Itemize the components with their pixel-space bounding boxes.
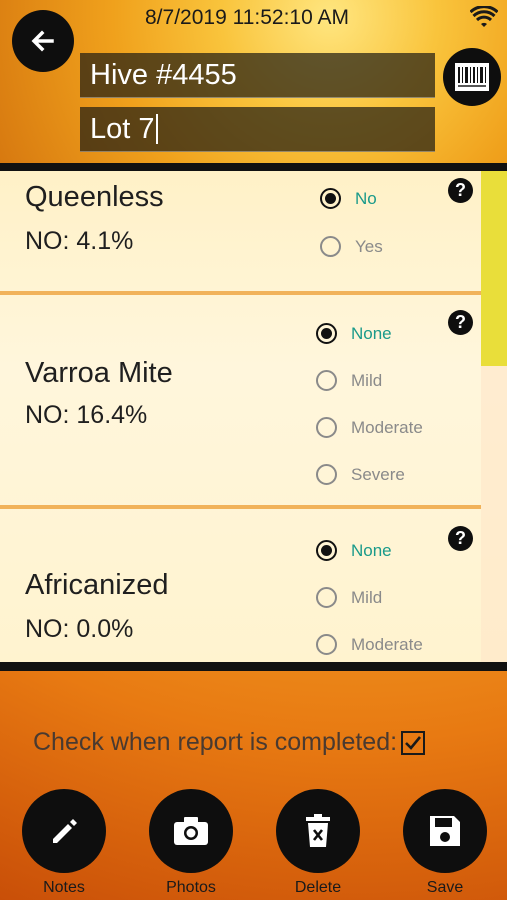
camera-icon [174, 817, 208, 845]
checkmark-icon [405, 735, 422, 750]
option-yes[interactable]: Yes [320, 236, 383, 257]
notes-action: Notes [22, 789, 106, 897]
text-cursor [155, 114, 158, 144]
option-label: None [351, 540, 392, 560]
option-no[interactable]: No [320, 188, 377, 209]
barcode-scan-button[interactable] [443, 48, 501, 106]
save-label: Save [426, 879, 464, 896]
card-title: Africanized [25, 569, 169, 601]
radio-unselected-icon [316, 417, 337, 438]
help-button[interactable]: ? [448, 526, 473, 551]
option-moderate[interactable]: Moderate [316, 634, 423, 655]
header: 8/7/2019 11:52:10 AM Hive #4455 Lot 7 [0, 0, 507, 163]
radio-unselected-icon [316, 464, 337, 485]
card-stat: NO: 4.1% [25, 227, 134, 255]
option-label: Moderate [351, 634, 423, 654]
timestamp: 8/7/2019 11:52:10 AM [145, 6, 349, 29]
scrollbar-track [481, 366, 507, 662]
option-none[interactable]: None [316, 540, 392, 561]
option-label: Mild [351, 587, 383, 607]
photos-action: Photos [149, 789, 233, 897]
option-label: No [355, 188, 377, 208]
photos-label: Photos [166, 879, 216, 896]
card-title: Queenless [25, 181, 164, 213]
completion-row: Check when report is completed: [33, 728, 426, 757]
lot-value: Lot 7 [90, 112, 155, 145]
divider-bottom [0, 662, 507, 671]
completion-checkbox[interactable] [401, 730, 426, 755]
help-button[interactable]: ? [448, 310, 473, 335]
wifi-icon [470, 6, 498, 27]
floppy-disk-icon [430, 816, 460, 846]
option-label: None [351, 323, 392, 343]
card-queenless: Queenless NO: 4.1% ? No Yes [0, 171, 481, 291]
hive-value: Hive #4455 [90, 58, 237, 91]
save-action: Save [403, 789, 487, 897]
pencil-icon [53, 819, 77, 843]
option-label: Severe [351, 464, 405, 484]
arrow-left-icon [31, 30, 54, 52]
photos-button[interactable] [149, 789, 233, 873]
option-label: Mild [351, 370, 383, 390]
help-button[interactable]: ? [448, 178, 473, 203]
option-mild[interactable]: Mild [316, 370, 382, 391]
lot-field[interactable]: Lot 7 [80, 107, 435, 152]
card-stat: NO: 0.0% [25, 615, 134, 643]
save-button[interactable] [403, 789, 487, 873]
option-severe[interactable]: Severe [316, 464, 405, 485]
notes-label: Notes [43, 879, 85, 896]
scrollbar-thumb[interactable] [481, 171, 507, 366]
radio-selected-icon [320, 188, 341, 209]
trash-icon [306, 814, 330, 847]
back-button[interactable] [12, 10, 74, 72]
card-africanized: Africanized NO: 0.0% ? None Mild Moderat… [0, 509, 481, 662]
option-label: Moderate [351, 417, 423, 437]
radio-unselected-icon [316, 370, 337, 391]
completion-label: Check when report is completed: [33, 728, 398, 756]
option-label: Yes [355, 236, 383, 256]
delete-label: Delete [294, 879, 342, 896]
radio-selected-icon [316, 540, 337, 561]
radio-selected-icon [316, 323, 337, 344]
card-title: Varroa Mite [25, 357, 173, 389]
option-mild[interactable]: Mild [316, 587, 382, 608]
radio-unselected-icon [320, 236, 341, 257]
divider-top [0, 163, 507, 171]
card-stat: NO: 16.4% [25, 401, 148, 429]
delete-action: Delete [276, 789, 360, 897]
radio-unselected-icon [316, 634, 337, 655]
notes-button[interactable] [22, 789, 106, 873]
option-none[interactable]: None [316, 323, 392, 344]
delete-button[interactable] [276, 789, 360, 873]
assessment-list[interactable]: Queenless NO: 4.1% ? No Yes Varroa Mite … [0, 171, 507, 662]
option-moderate[interactable]: Moderate [316, 417, 423, 438]
radio-unselected-icon [316, 587, 337, 608]
hive-field[interactable]: Hive #4455 [80, 53, 435, 98]
barcode-icon [455, 63, 489, 91]
card-varroa-mite: Varroa Mite NO: 16.4% ? None Mild Modera… [0, 295, 481, 505]
